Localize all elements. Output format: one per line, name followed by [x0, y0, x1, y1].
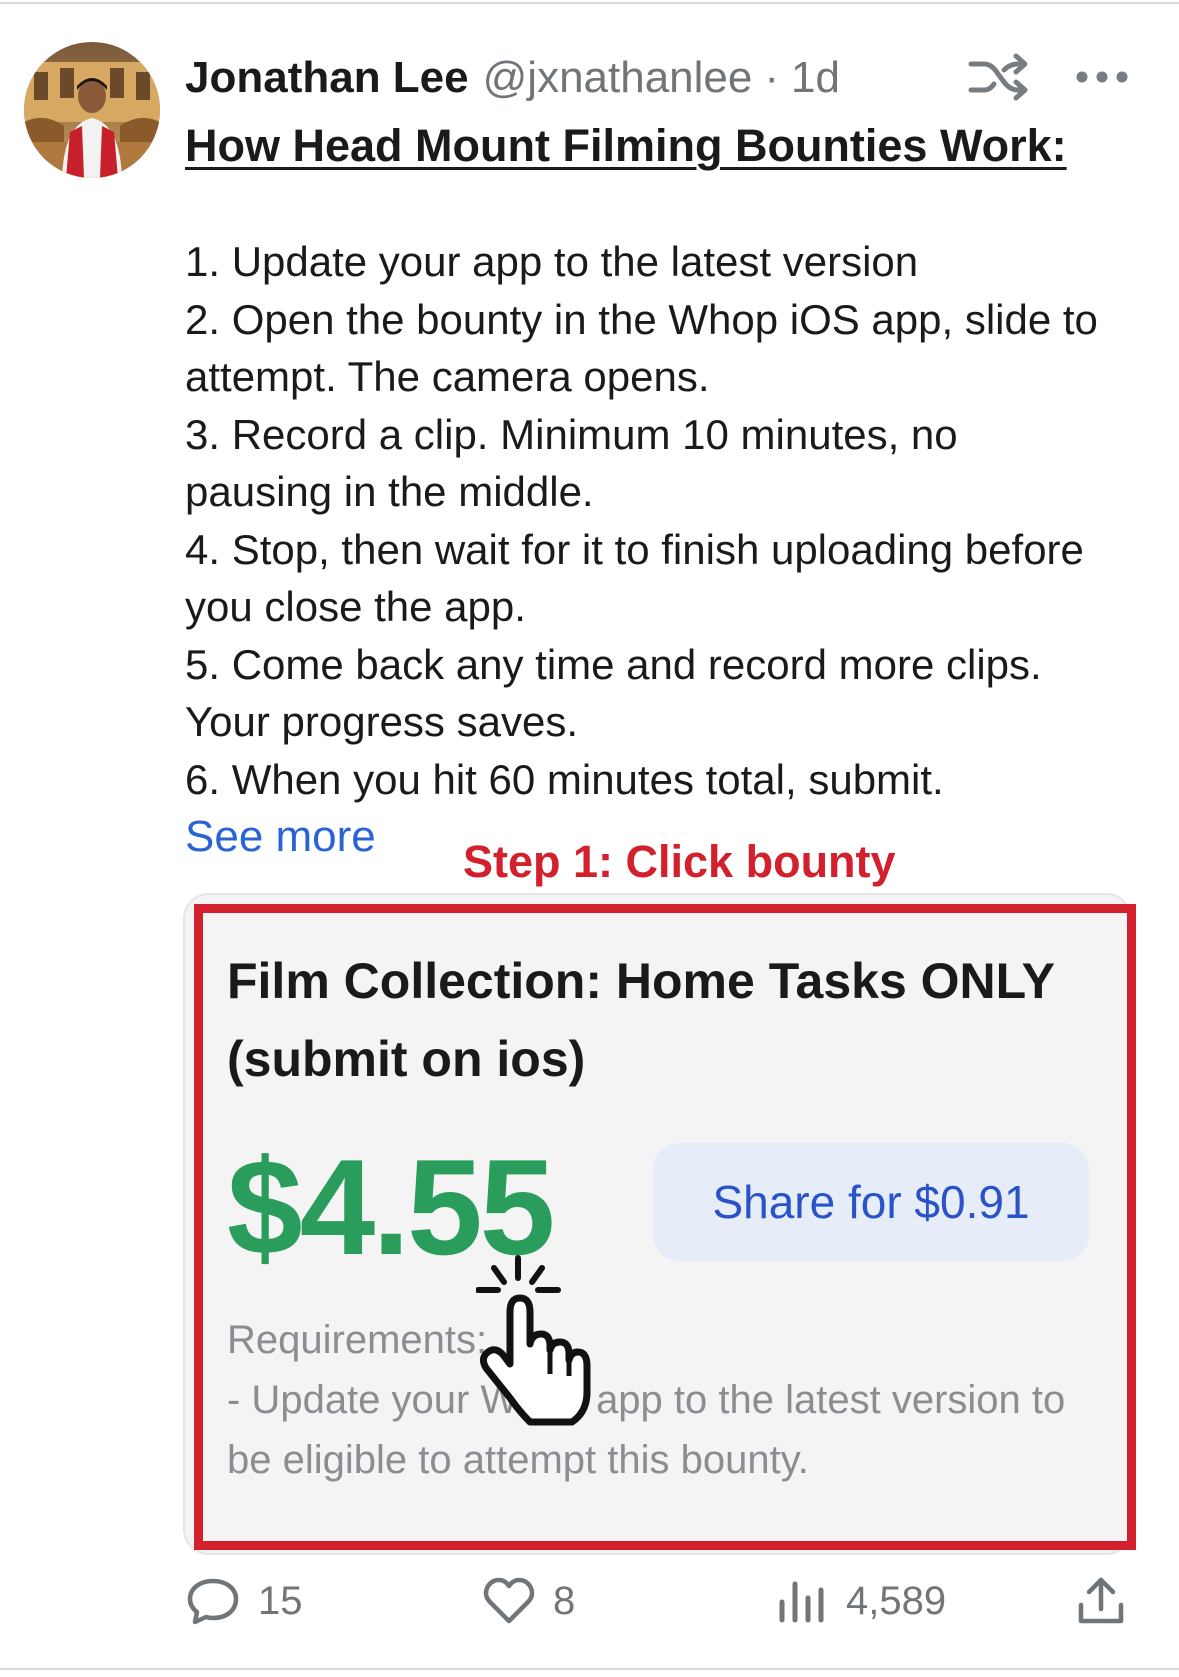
step-item: 2. Open the bounty in the Whop iOS app, … [185, 295, 1098, 401]
reply-button[interactable]: 15 [186, 1570, 303, 1632]
reply-count: 15 [258, 1578, 303, 1623]
post-heading: How Head Mount Filming Bounties Work: [185, 120, 1067, 171]
share-post-button[interactable] [1076, 1570, 1126, 1632]
separator-dot: · [764, 53, 780, 102]
post-header: Jonathan Lee @jxnathanlee · 1d [185, 48, 840, 108]
post-time[interactable]: 1d [791, 53, 840, 103]
requirements-text: - Update your Whop app to the latest ver… [227, 1378, 1066, 1482]
like-count: 8 [553, 1578, 576, 1623]
step-item: 1. Update your app to the latest version [185, 238, 919, 285]
top-divider [0, 2, 1179, 4]
like-button[interactable]: 8 [483, 1570, 575, 1632]
author-name[interactable]: Jonathan Lee [185, 53, 469, 103]
step-item: 6. When you hit 60 minutes total, submit… [185, 755, 944, 803]
step-item: 4. Stop, then wait for it to finish uplo… [185, 525, 1084, 631]
views-icon [779, 1581, 824, 1623]
more-options-icon[interactable] [1074, 64, 1130, 90]
bottom-divider [0, 1668, 1179, 1670]
views-button[interactable]: 4,589 [776, 1570, 946, 1632]
bounty-title[interactable]: Film Collection: Home Tasks ONLY (submit… [227, 942, 1107, 1098]
heart-icon [483, 1577, 535, 1624]
see-more-link[interactable]: See more [185, 812, 376, 862]
avatar[interactable] [24, 42, 160, 178]
step-item: 3. Record a clip. Minimum 10 minutes, no… [185, 410, 958, 516]
hand-pointer-icon [475, 1252, 596, 1426]
share-bounty-button[interactable]: Share for $0.91 [653, 1143, 1089, 1261]
annotation-label: Step 1: Click bounty [463, 836, 896, 887]
view-count: 4,589 [846, 1578, 947, 1623]
shuffle-icon[interactable] [968, 52, 1030, 102]
share-icon [1078, 1577, 1124, 1624]
bounty-title-line: (submit on ios) [227, 1031, 586, 1087]
step-item: 5. Come back any time and record more cl… [185, 640, 1042, 746]
author-handle[interactable]: @jxnathanlee [483, 53, 753, 103]
requirements-label: Requirements: [227, 1318, 488, 1362]
bounty-title-line: Film Collection: Home Tasks ONLY [227, 953, 1055, 1009]
steps-list: 1. Update your app to the latest version… [185, 233, 1105, 808]
post-actions-bar: 15 8 4,589 [0, 1570, 1179, 1632]
reply-icon [187, 1578, 239, 1625]
